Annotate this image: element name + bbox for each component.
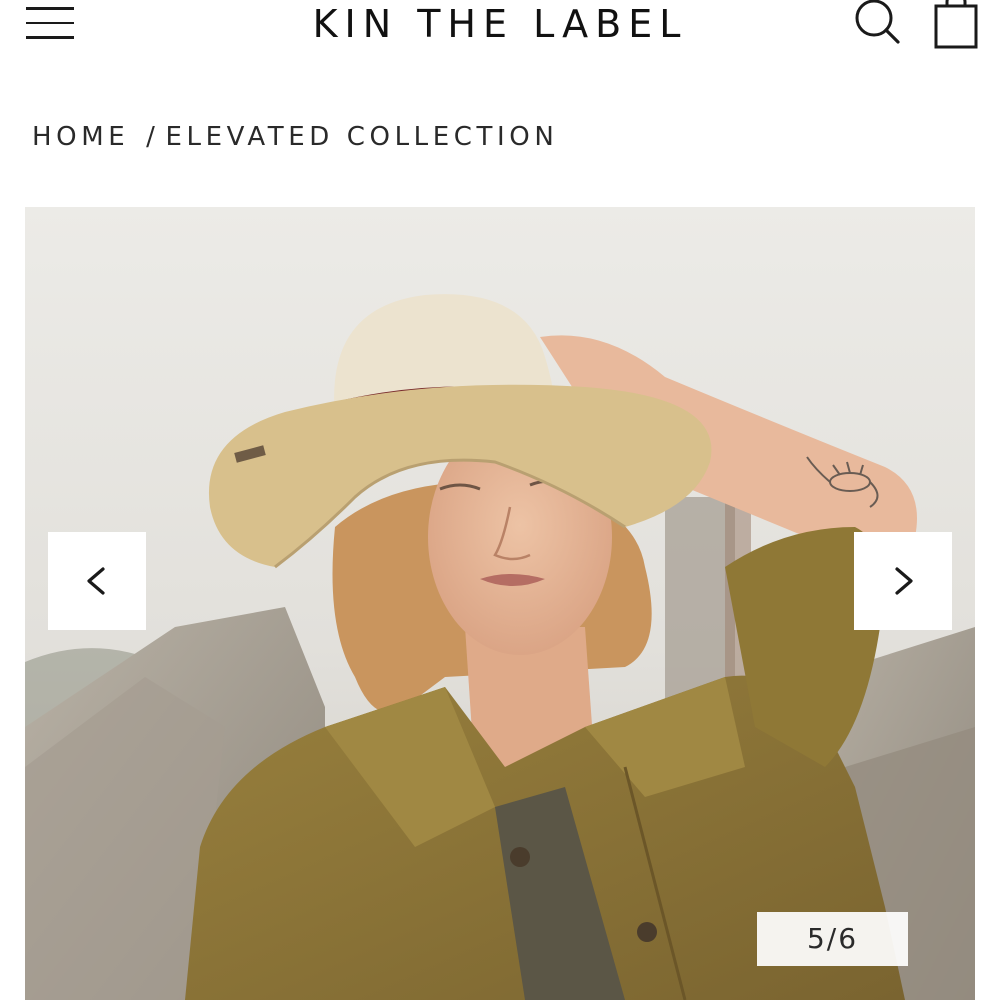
next-image-button[interactable] [854,532,952,630]
breadcrumb-current: ELEVATED COLLECTION [165,122,559,152]
image-counter: 5/6 [757,912,908,966]
model-wearing-straw-fedora-photo [25,207,975,1000]
cart-button[interactable] [926,0,986,50]
chevron-left-icon [87,567,105,595]
breadcrumb-home-link[interactable]: HOME [32,122,129,152]
search-button[interactable] [846,0,906,48]
search-icon [855,0,900,44]
shopping-bag-icon [934,0,978,49]
chevron-right-icon [895,567,913,595]
site-header: KIN THE LABEL [0,0,1000,80]
product-image-gallery[interactable]: 5/6 [25,207,975,1000]
previous-image-button[interactable] [48,532,146,630]
breadcrumb-separator: / [146,122,160,152]
breadcrumb: HOME / ELEVATED COLLECTION [32,120,558,154]
